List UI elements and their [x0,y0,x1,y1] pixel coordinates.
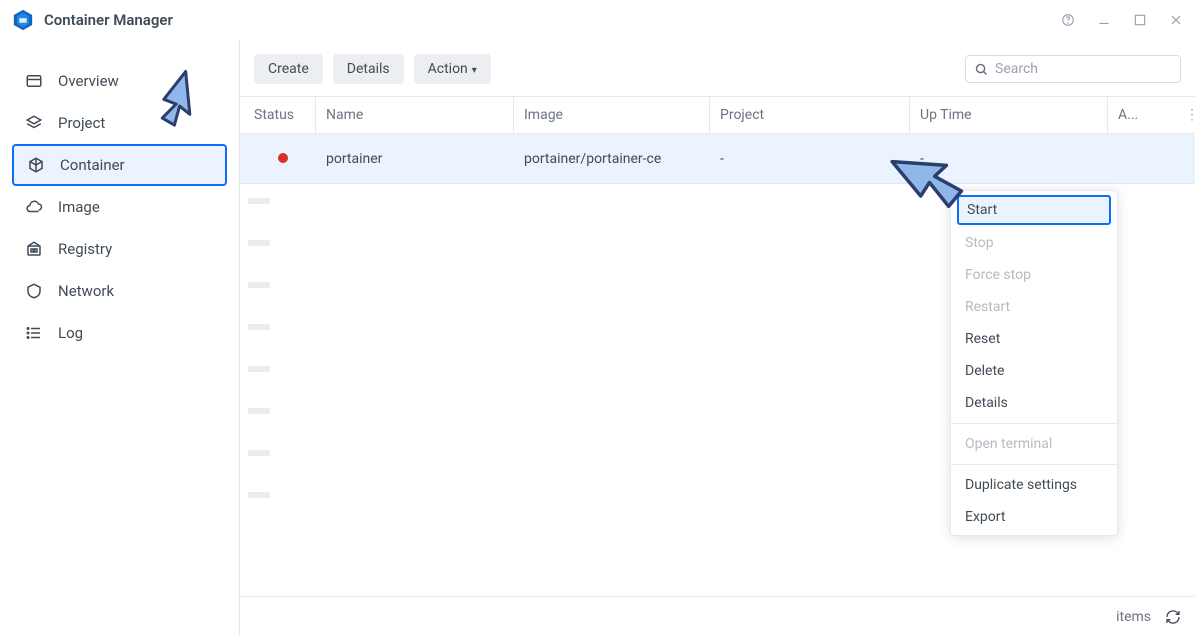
menu-item-stop[interactable]: Stop [951,227,1117,259]
menu-item-restart[interactable]: Restart [951,291,1117,323]
menu-item-duplicate-settings[interactable]: Duplicate settings [951,469,1117,501]
menu-item-export[interactable]: Export [951,501,1117,533]
network-icon [24,281,44,301]
details-button[interactable]: Details [333,54,404,84]
menu-item-open-terminal[interactable]: Open terminal [951,428,1117,460]
status-cell [240,151,316,167]
sidebar-item-label: Registry [58,240,112,258]
sidebar-item-network[interactable]: Network [12,270,227,312]
create-button[interactable]: Create [254,54,323,84]
cloud-icon [24,197,44,217]
menu-item-details[interactable]: Details [951,387,1117,419]
help-icon[interactable] [1061,13,1075,27]
app-logo-icon [12,9,34,31]
menu-item-delete[interactable]: Delete [951,355,1117,387]
sidebar: Overview Project Container Image Registr… [0,40,240,636]
overview-icon [24,71,44,91]
main-panel: Create Details Action ▾ Status Name Image… [240,40,1195,636]
menu-divider [951,464,1117,465]
layers-icon [24,113,44,133]
box-icon [26,155,46,175]
menu-item-reset[interactable]: Reset [951,323,1117,355]
sidebar-item-label: Project [58,114,105,132]
table-header: Status Name Image Project Up Time A... ⋮ [240,96,1195,134]
refresh-icon[interactable] [1165,609,1181,625]
table-row[interactable]: portainer portainer/portainer-ce - - [240,134,1195,184]
search-icon [974,62,989,77]
sidebar-item-label: Image [58,198,100,216]
titlebar: Container Manager [0,0,1195,40]
sidebar-item-image[interactable]: Image [12,186,227,228]
table-header-more-icon[interactable]: ⋮ [1175,97,1195,133]
items-label: items [1116,609,1151,625]
chevron-down-icon: ▾ [472,65,477,76]
sidebar-item-container[interactable]: Container [12,144,227,186]
col-project[interactable]: Project [710,97,910,133]
context-menu: Start Stop Force stop Restart Reset Dele… [950,190,1118,536]
uptime-cell: - [910,151,1108,167]
action-button[interactable]: Action ▾ [414,54,491,84]
sidebar-item-label: Container [60,156,125,174]
minimize-icon[interactable] [1097,13,1111,27]
list-icon [24,323,44,343]
sidebar-item-project[interactable]: Project [12,102,227,144]
sidebar-item-label: Overview [58,72,119,90]
col-image[interactable]: Image [514,97,710,133]
toolbar: Create Details Action ▾ [240,40,1195,96]
menu-item-force-stop[interactable]: Force stop [951,259,1117,291]
project-cell: - [710,151,910,167]
maximize-icon[interactable] [1133,13,1147,27]
image-cell: portainer/portainer-ce [514,151,710,167]
sidebar-item-label: Log [58,324,83,342]
col-uptime[interactable]: Up Time [910,97,1108,133]
footer: items [240,596,1195,636]
registry-icon [24,239,44,259]
col-status[interactable]: Status [240,97,316,133]
sidebar-item-label: Network [58,282,114,300]
col-name[interactable]: Name [316,97,514,133]
menu-item-start[interactable]: Start [957,195,1111,225]
col-a[interactable]: A... [1108,97,1175,133]
search-input[interactable] [995,61,1172,77]
status-dot-stopped-icon [278,153,288,163]
sidebar-item-log[interactable]: Log [12,312,227,354]
sidebar-item-registry[interactable]: Registry [12,228,227,270]
menu-divider [951,423,1117,424]
name-cell: portainer [316,151,514,167]
window-title: Container Manager [44,11,173,29]
search-input-wrap[interactable] [965,55,1181,83]
action-label: Action [428,61,468,77]
close-icon[interactable] [1169,13,1183,27]
sidebar-item-overview[interactable]: Overview [12,60,227,102]
